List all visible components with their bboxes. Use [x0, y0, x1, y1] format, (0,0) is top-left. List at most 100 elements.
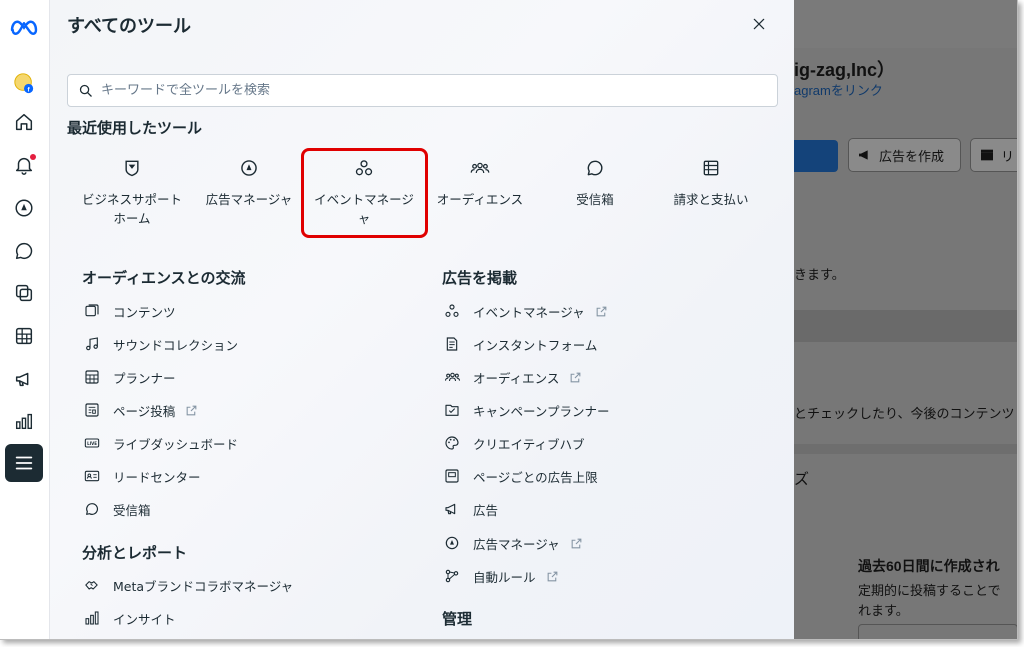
background-cover-banner	[794, 0, 1017, 48]
megaphone-ads-icon[interactable]	[9, 364, 39, 394]
tool-page-posts[interactable]: ページ投稿	[83, 399, 198, 421]
recent-tool-business-support-home[interactable]: ビジネスサポート ホーム	[72, 156, 192, 228]
tool-label: 自動ルール	[473, 569, 536, 585]
inbox-chat-icon[interactable]	[9, 236, 39, 266]
background-text-3: ズ	[794, 471, 810, 488]
hamburger-menu-icon	[15, 456, 33, 470]
background-card-title: 過去60日間に作成され	[858, 558, 1000, 574]
tool-creative-hub[interactable]: クリエイティブハブ	[443, 432, 585, 454]
recent-tool-inbox[interactable]: 受信箱	[535, 156, 655, 209]
page-posts-icon	[83, 401, 101, 419]
planner-grid-icon	[83, 368, 101, 386]
form-document-icon	[443, 335, 461, 353]
tool-planner[interactable]: プランナー	[83, 366, 176, 388]
background-primary-button	[794, 140, 838, 172]
tool-content[interactable]: コンテンツ	[83, 300, 176, 322]
recent-tool-ads-manager[interactable]: 広告マネージャ	[189, 156, 309, 209]
content-icon	[83, 302, 101, 320]
close-button[interactable]	[747, 12, 771, 36]
tool-ads[interactable]: 広告	[443, 498, 498, 520]
tool-label: プランナー	[113, 370, 176, 386]
recent-tool-label: 受信箱	[576, 192, 614, 207]
tool-search-box[interactable]	[67, 74, 778, 107]
notifications-bell-icon[interactable]	[9, 150, 39, 180]
background-create-ad-button: 広告を作成	[848, 138, 961, 172]
chat-bubble-icon	[583, 156, 607, 180]
background-account-name: ig-zag,Inc）	[794, 60, 896, 80]
handshake-icon	[83, 576, 101, 594]
external-link-icon	[570, 537, 583, 550]
section-heading-analytics: 分析とレポート	[82, 544, 188, 562]
tool-ads-manager[interactable]: 広告マネージャ	[443, 532, 583, 554]
all-tools-menu-button[interactable]	[5, 444, 43, 482]
tool-events-manager[interactable]: イベントマネージャ	[443, 300, 608, 322]
recent-tool-billing[interactable]: 請求と支払い	[651, 156, 771, 209]
chat-bubble-icon	[83, 500, 101, 518]
tool-label: リードセンター	[113, 469, 201, 485]
recent-tool-label: 広告マネージャ	[205, 192, 293, 207]
tool-label: オーディエンス	[473, 370, 560, 386]
music-note-icon	[83, 335, 101, 353]
recent-tool-audiences[interactable]: オーディエンス	[420, 156, 540, 209]
insights-bar-chart-icon[interactable]	[9, 406, 39, 436]
search-input[interactable]	[101, 83, 741, 98]
megaphone-icon	[859, 150, 868, 160]
meta-logo-icon[interactable]	[9, 12, 39, 42]
recent-tools-heading: 最近使用したツール	[67, 119, 203, 137]
compass-icon	[443, 534, 461, 552]
content-pages-icon[interactable]	[9, 278, 39, 308]
lead-card-icon	[83, 467, 101, 485]
tool-label: インサイト	[113, 611, 176, 627]
compass-icon	[237, 156, 261, 180]
highlight-box	[301, 148, 428, 238]
planner-calendar-icon[interactable]	[9, 321, 39, 351]
people-group-icon	[443, 368, 461, 386]
external-link-icon	[569, 371, 582, 384]
home-icon[interactable]	[9, 107, 39, 137]
palette-icon	[443, 434, 461, 452]
tool-label: ページごとの広告上限	[473, 469, 598, 485]
background-divider-band	[794, 310, 1017, 342]
background-text-2: とチェックしたり、今後のコンテンツ	[794, 406, 1015, 421]
account-avatar[interactable]: f	[9, 68, 39, 98]
external-link-icon	[546, 570, 559, 583]
tool-insights[interactable]: インサイト	[83, 607, 176, 629]
screenshot-frame: f ig-zag,Inc） agramをリンク 広告を作成 リ きます。 とチェ…	[0, 0, 1018, 640]
background-card-button	[858, 624, 1017, 639]
tool-label: ページ投稿	[113, 403, 176, 419]
background-card-line-2: れます。	[858, 603, 909, 618]
section-heading-ads: 広告を掲載	[442, 269, 518, 287]
megaphone-icon	[443, 500, 461, 518]
svg-text:LIVE: LIVE	[87, 441, 97, 446]
tool-live-dashboard[interactable]: LIVE ライブダッシュボード	[83, 432, 238, 454]
people-group-icon	[468, 156, 492, 180]
tool-inbox[interactable]: 受信箱	[83, 498, 151, 520]
tool-lead-center[interactable]: リードセンター	[83, 465, 201, 487]
background-text-1: きます。	[794, 267, 845, 282]
tool-label: サウンドコレクション	[113, 337, 239, 353]
all-tools-panel: すべてのツール 最近使用したツール ビジネスサポート ホーム 広告マネージャ	[50, 0, 794, 639]
tool-brand-collabs-manager[interactable]: Metaブランドコラボマネージャ	[83, 574, 293, 596]
tool-campaign-planner[interactable]: キャンペーンプランナー	[443, 399, 610, 421]
background-second-button-label: リ	[1001, 149, 1015, 165]
background-create-ad-label: 広告を作成	[879, 149, 945, 165]
tool-ad-limits-per-page[interactable]: ページごとの広告上限	[443, 465, 598, 487]
external-link-icon	[185, 404, 198, 417]
bar-chart-icon	[83, 609, 101, 627]
tool-label: 広告マネージャ	[473, 536, 560, 552]
tool-sound-collection[interactable]: サウンドコレクション	[83, 333, 238, 355]
recent-tool-label: ビジネスサポート ホーム	[81, 192, 182, 226]
page-limit-icon	[443, 467, 461, 485]
tool-instant-forms[interactable]: インスタントフォーム	[443, 333, 597, 355]
background-card-line-1: 定期的に投稿することで	[858, 583, 1001, 598]
tool-automated-rules[interactable]: 自動ルール	[443, 565, 559, 587]
event-nodes-icon	[443, 302, 461, 320]
external-link-icon	[595, 305, 608, 318]
section-heading-audience: オーディエンスとの交流	[82, 269, 246, 287]
section-heading-manage: 管理	[442, 610, 473, 628]
panel-title: すべてのツール	[67, 16, 192, 37]
ads-manager-compass-icon[interactable]	[9, 193, 39, 223]
tool-audiences[interactable]: オーディエンス	[443, 366, 582, 388]
background-section	[794, 342, 1017, 444]
close-icon	[753, 18, 765, 30]
